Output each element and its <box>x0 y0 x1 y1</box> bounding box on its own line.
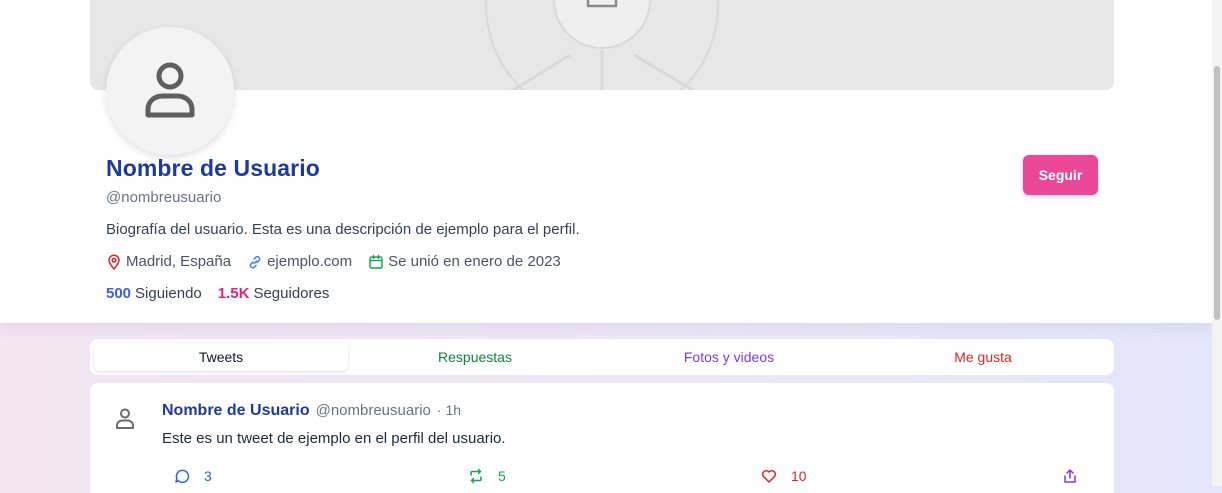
profile-header: Nombre de Usuario @nombreusuario Biograf… <box>0 0 1212 323</box>
profile-bio: Biografía del usuario. Esta es una descr… <box>106 221 580 238</box>
heart-icon <box>761 469 777 483</box>
followers-stat[interactable]: 1.5K Seguidores <box>218 285 330 302</box>
tweet-card[interactable]: Nombre de Usuario @nombreusuario · 1h Es… <box>90 383 1114 493</box>
repeat-icon <box>470 468 482 484</box>
scrollbar-thumb[interactable] <box>1214 66 1220 320</box>
profile-meta: Madrid, España ejemplo.com Se unió en en… <box>106 253 577 270</box>
like-count: 10 <box>791 468 807 484</box>
tweet-author-handle: @nombreusuario <box>315 402 431 419</box>
profile-website[interactable]: ejemplo.com <box>247 253 352 270</box>
tab-replies[interactable]: Respuestas <box>348 343 602 371</box>
follow-button[interactable]: Seguir <box>1023 155 1098 195</box>
profile-banner <box>90 0 1114 90</box>
tweet-header: Nombre de Usuario @nombreusuario · 1h <box>162 402 461 420</box>
profile-location-text: Madrid, España <box>126 253 232 270</box>
share-button[interactable] <box>1062 468 1092 484</box>
profile-website-link[interactable]: ejemplo.com <box>267 253 352 270</box>
link-icon <box>249 255 261 269</box>
followers-count: 1.5K <box>217 285 250 302</box>
profile-display-name: Nombre de Usuario <box>106 155 320 181</box>
profile-joined-text: Se unió en enero de 2023 <box>388 253 561 270</box>
calendar-icon <box>369 254 383 269</box>
following-label: Siguiendo <box>135 285 202 302</box>
reply-button[interactable]: 3 <box>174 468 212 484</box>
tab-tweets[interactable]: Tweets <box>94 343 348 371</box>
retweet-count: 5 <box>498 468 506 484</box>
profile-handle: @nombreusuario <box>106 189 222 206</box>
profile-joined: Se unió en enero de 2023 <box>368 253 561 270</box>
tweet-avatar[interactable] <box>114 407 136 436</box>
tab-likes[interactable]: Me gusta <box>856 343 1110 371</box>
tab-media[interactable]: Fotos y videos <box>602 343 856 371</box>
like-button[interactable]: 10 <box>761 468 807 484</box>
tweet-text: Este es un tweet de ejemplo en el perfil… <box>162 430 506 447</box>
retweet-button[interactable]: 5 <box>468 468 506 484</box>
tweet-author-name[interactable]: Nombre de Usuario <box>162 402 310 420</box>
message-circle-icon <box>175 469 190 484</box>
profile-avatar[interactable] <box>106 27 234 155</box>
following-stat[interactable]: 500 Siguiendo <box>106 285 202 302</box>
page-scrollbar[interactable] <box>1212 0 1222 486</box>
user-icon <box>116 408 134 429</box>
tweet-timestamp: · 1h <box>436 402 462 418</box>
banner-image-placeholder-icon <box>485 0 719 90</box>
profile-stats: 500 Siguiendo 1.5K Seguidores <box>106 285 345 302</box>
following-count: 500 <box>106 285 132 302</box>
map-pin-icon <box>108 254 120 270</box>
user-icon <box>145 62 195 118</box>
reply-count: 3 <box>204 468 212 484</box>
profile-location: Madrid, España <box>106 253 231 270</box>
share-icon <box>1064 469 1076 483</box>
followers-label: Seguidores <box>253 285 330 302</box>
profile-tabs: Tweets Respuestas Fotos y videos Me gust… <box>90 339 1114 375</box>
